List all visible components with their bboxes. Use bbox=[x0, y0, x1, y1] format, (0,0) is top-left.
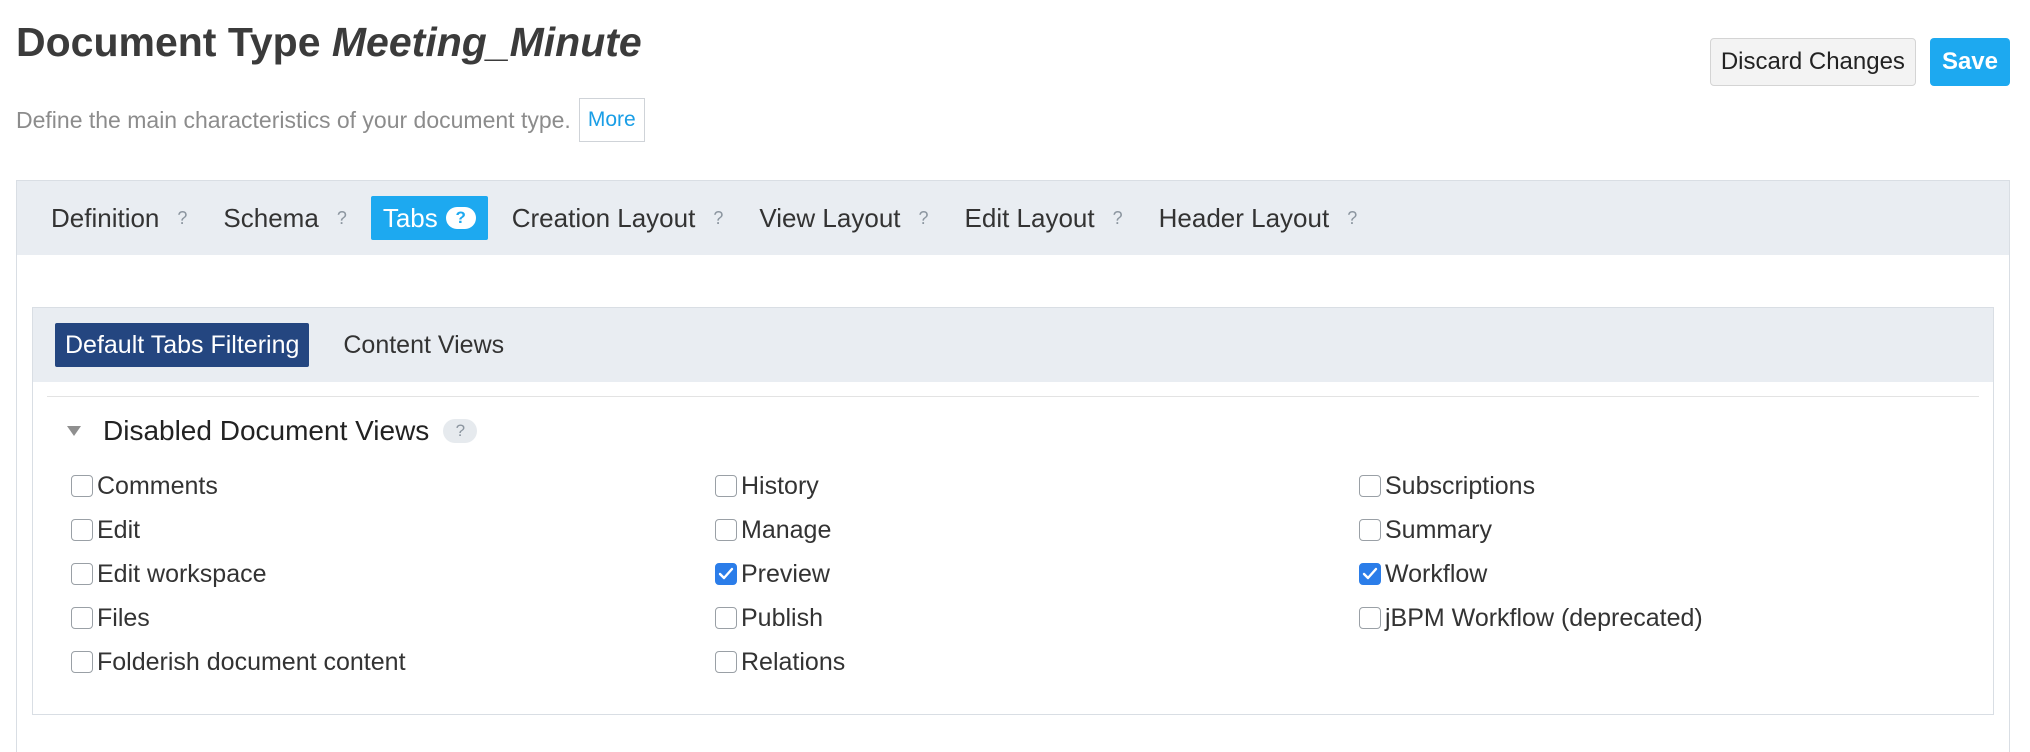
document-type-page: Document Type Meeting_Minute Define the … bbox=[0, 0, 2030, 752]
page-description-row: Define the main characteristics of your … bbox=[16, 98, 645, 142]
option-files[interactable]: Files bbox=[71, 596, 715, 640]
save-button[interactable]: Save bbox=[1929, 38, 2010, 86]
checkbox[interactable] bbox=[715, 519, 737, 541]
option-label: Relations bbox=[741, 647, 846, 676]
checkbox[interactable] bbox=[1359, 563, 1381, 585]
page-title: Document Type Meeting_Minute bbox=[16, 14, 642, 70]
option-comments[interactable]: Comments bbox=[71, 464, 715, 508]
option-edit-workspace[interactable]: Edit workspace bbox=[71, 552, 715, 596]
checkbox[interactable] bbox=[715, 651, 737, 673]
option-label: Publish bbox=[741, 603, 823, 632]
tab-label: Edit Layout bbox=[964, 202, 1095, 233]
main-tabs-panel: Definition ? Schema ? Tabs ? Creation La… bbox=[16, 180, 2010, 752]
checkmark-icon bbox=[718, 567, 734, 580]
option-subscriptions[interactable]: Subscriptions bbox=[1359, 464, 1959, 508]
disabled-views-section-toggle[interactable]: Disabled Document Views ? bbox=[67, 408, 478, 454]
option-edit[interactable]: Edit bbox=[71, 508, 715, 552]
help-icon[interactable]: ? bbox=[1347, 208, 1357, 229]
checkbox[interactable] bbox=[71, 607, 93, 629]
help-icon[interactable]: ? bbox=[177, 208, 187, 229]
option-publish[interactable]: Publish bbox=[715, 596, 1359, 640]
section-title: Disabled Document Views bbox=[103, 415, 430, 446]
option-label: Files bbox=[97, 603, 150, 632]
tab-label: Creation Layout bbox=[511, 202, 696, 233]
checkmark-icon bbox=[1362, 567, 1378, 580]
option-folderish-document-content[interactable]: Folderish document content bbox=[71, 640, 715, 684]
option-label: Preview bbox=[741, 559, 830, 588]
tab-creation-layout[interactable]: Creation Layout ? bbox=[500, 196, 736, 240]
option-label: jBPM Workflow (deprecated) bbox=[1385, 603, 1703, 632]
subtab-content-views[interactable]: Content Views bbox=[333, 323, 514, 367]
tab-label: Definition bbox=[51, 202, 160, 233]
checkbox[interactable] bbox=[715, 563, 737, 585]
tab-view-layout[interactable]: View Layout ? bbox=[747, 196, 940, 240]
checkbox[interactable] bbox=[1359, 519, 1381, 541]
sub-tab-bar: Default Tabs Filtering Content Views bbox=[33, 308, 1993, 382]
option-label: Edit workspace bbox=[97, 559, 267, 588]
tab-tabs[interactable]: Tabs ? bbox=[370, 196, 488, 240]
option-label: Comments bbox=[97, 471, 218, 500]
option-summary[interactable]: Summary bbox=[1359, 508, 1959, 552]
option-manage[interactable]: Manage bbox=[715, 508, 1359, 552]
option-label: Manage bbox=[741, 515, 832, 544]
help-icon[interactable]: ? bbox=[713, 208, 723, 229]
more-button[interactable]: More bbox=[578, 98, 645, 142]
help-icon[interactable]: ? bbox=[1113, 208, 1123, 229]
tab-edit-layout[interactable]: Edit Layout ? bbox=[953, 196, 1135, 240]
checkbox[interactable] bbox=[715, 607, 737, 629]
option-label: Summary bbox=[1385, 515, 1492, 544]
option-label: History bbox=[741, 471, 819, 500]
document-type-name: Meeting_Minute bbox=[331, 19, 642, 65]
subtab-default-tabs-filtering[interactable]: Default Tabs Filtering bbox=[55, 323, 310, 367]
section-divider bbox=[47, 396, 1979, 397]
page-title-prefix: Document Type bbox=[16, 19, 321, 65]
help-icon[interactable]: ? bbox=[337, 208, 347, 229]
tab-schema[interactable]: Schema ? bbox=[211, 196, 358, 240]
triangle-down-icon bbox=[67, 426, 81, 436]
disabled-views-options: Comments History Subscriptions Edit Mana… bbox=[71, 464, 1981, 684]
option-label: Subscriptions bbox=[1385, 471, 1536, 500]
tab-header-layout[interactable]: Header Layout ? bbox=[1147, 196, 1370, 240]
tab-label: Schema bbox=[223, 202, 319, 233]
option-jbpm-workflow[interactable]: jBPM Workflow (deprecated) bbox=[1359, 596, 1959, 640]
checkbox[interactable] bbox=[715, 475, 737, 497]
option-history[interactable]: History bbox=[715, 464, 1359, 508]
tabs-config-panel: Default Tabs Filtering Content Views Dis… bbox=[32, 307, 1994, 715]
page-actions: Discard Changes Save bbox=[1709, 38, 2010, 86]
help-icon[interactable]: ? bbox=[919, 208, 929, 229]
page-description: Define the main characteristics of your … bbox=[16, 106, 571, 133]
help-icon[interactable]: ? bbox=[443, 419, 478, 443]
checkbox[interactable] bbox=[1359, 475, 1381, 497]
discard-changes-button[interactable]: Discard Changes bbox=[1709, 38, 1916, 86]
checkbox[interactable] bbox=[71, 563, 93, 585]
tab-label: View Layout bbox=[759, 202, 901, 233]
option-label: Edit bbox=[97, 515, 141, 544]
checkbox[interactable] bbox=[71, 475, 93, 497]
tab-label: Tabs bbox=[382, 202, 438, 233]
option-label: Folderish document content bbox=[97, 647, 406, 676]
option-label: Workflow bbox=[1385, 559, 1488, 588]
checkbox[interactable] bbox=[1359, 607, 1381, 629]
option-workflow[interactable]: Workflow bbox=[1359, 552, 1959, 596]
help-icon[interactable]: ? bbox=[445, 207, 476, 229]
option-relations[interactable]: Relations bbox=[715, 640, 1359, 684]
checkbox[interactable] bbox=[71, 651, 93, 673]
checkbox[interactable] bbox=[71, 519, 93, 541]
tab-definition[interactable]: Definition ? bbox=[39, 196, 199, 240]
tab-label: Header Layout bbox=[1158, 202, 1330, 233]
main-tab-bar: Definition ? Schema ? Tabs ? Creation La… bbox=[17, 181, 2009, 255]
option-preview[interactable]: Preview bbox=[715, 552, 1359, 596]
